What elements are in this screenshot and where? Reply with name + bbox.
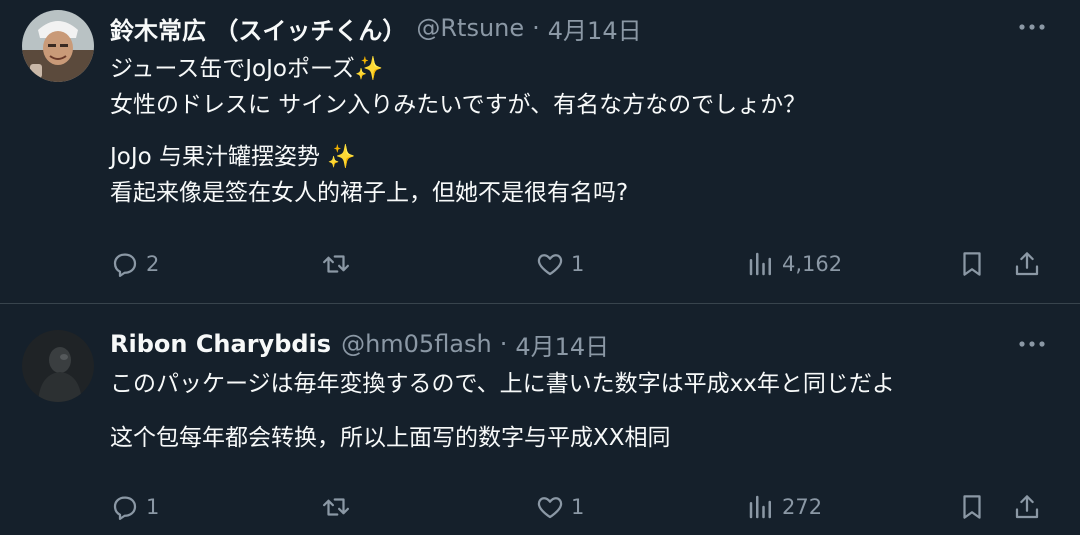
- tweet-text: このパッケージは毎年変換するので、上に書いた数字は平成xx年と同じだよ: [110, 366, 895, 402]
- avatar-ribon[interactable]: [22, 330, 94, 402]
- more-options-button[interactable]: [1014, 329, 1050, 359]
- tweet-text: ジュース缶でJoJoポーズ✨ 女性のドレスに サイン入りみたいですが、有名な方な…: [110, 51, 806, 123]
- author-name[interactable]: Ribon Charybdis: [110, 330, 331, 358]
- tweet-2[interactable]: Ribon Charybdis @hm05flash · 4月14日 このパッケ…: [0, 304, 1080, 535]
- avatar-suzuki[interactable]: [22, 10, 94, 82]
- views-count: 272: [782, 495, 823, 519]
- more-icon: [1019, 24, 1045, 30]
- reply-button[interactable]: 2: [110, 244, 159, 284]
- share-icon: [1015, 495, 1039, 519]
- translation-line: JoJo 与果汁罐摆姿势 ✨: [110, 144, 356, 170]
- repost-icon: [323, 255, 349, 273]
- like-button[interactable]: 1: [535, 244, 584, 284]
- like-icon: [537, 497, 563, 519]
- views-icon: [749, 252, 771, 276]
- separator: ·: [499, 330, 508, 358]
- translation-text: 这个包每年都会转换，所以上面写的数字与平成XX相同: [110, 420, 671, 456]
- tweet-header: Ribon Charybdis @hm05flash · 4月14日: [110, 327, 609, 361]
- author-name[interactable]: 鈴木常広 （スイッチくん）: [110, 11, 406, 46]
- reply-icon: [113, 253, 137, 277]
- reply-button[interactable]: 1: [110, 487, 159, 527]
- views-button[interactable]: 4,162: [746, 244, 842, 284]
- tweet-header: 鈴木常広 （スイッチくん） @Rtsune · 4月14日: [110, 11, 642, 45]
- tweet-text-line: ジュース缶でJoJoポーズ✨: [110, 56, 384, 82]
- share-button[interactable]: [1012, 244, 1042, 284]
- tweet-text-line: このパッケージは毎年変換するので、上に書いた数字は平成xx年と同じだよ: [110, 371, 895, 397]
- action-bar: 1 1 272: [0, 487, 1080, 527]
- share-button[interactable]: [1012, 487, 1042, 527]
- author-handle[interactable]: @Rtsune: [416, 14, 524, 42]
- translation-line: 这个包每年都会转换，所以上面写的数字与平成XX相同: [110, 425, 671, 451]
- repost-icon: [323, 498, 349, 516]
- reply-count: 2: [146, 252, 160, 276]
- translation-line: 看起来像是签在女人的裙子上，但她不是很有名吗?: [110, 180, 629, 206]
- views-icon: [749, 495, 771, 519]
- like-count: 1: [571, 252, 585, 276]
- reply-icon: [113, 496, 137, 520]
- repost-button[interactable]: [321, 487, 357, 527]
- tweet-1[interactable]: 鈴木常広 （スイッチくん） @Rtsune · 4月14日 ジュース缶でJoJo…: [0, 0, 1080, 304]
- action-bar: 2 1 4,162: [0, 244, 1080, 284]
- author-handle[interactable]: @hm05flash: [341, 330, 492, 358]
- post-date[interactable]: 4月14日: [548, 11, 642, 46]
- like-icon: [537, 254, 563, 276]
- more-options-button[interactable]: [1014, 12, 1050, 42]
- like-count: 1: [571, 495, 585, 519]
- bookmark-button[interactable]: [957, 487, 987, 527]
- bookmark-button[interactable]: [957, 244, 987, 284]
- views-count: 4,162: [782, 252, 843, 276]
- repost-button[interactable]: [321, 244, 357, 284]
- views-button[interactable]: 272: [746, 487, 822, 527]
- tweet-text-line: 女性のドレスに サイン入りみたいですが、有名な方なのでしょか？: [110, 92, 807, 118]
- reply-count: 1: [146, 495, 160, 519]
- bookmark-icon: [963, 495, 981, 519]
- share-icon: [1015, 252, 1039, 276]
- bookmark-icon: [963, 252, 981, 276]
- like-button[interactable]: 1: [535, 487, 584, 527]
- translation-text: JoJo 与果汁罐摆姿势 ✨ 看起来像是签在女人的裙子上，但她不是很有名吗?: [110, 139, 628, 211]
- more-icon: [1019, 341, 1045, 347]
- post-date[interactable]: 4月14日: [515, 327, 609, 362]
- separator: ·: [532, 14, 540, 42]
